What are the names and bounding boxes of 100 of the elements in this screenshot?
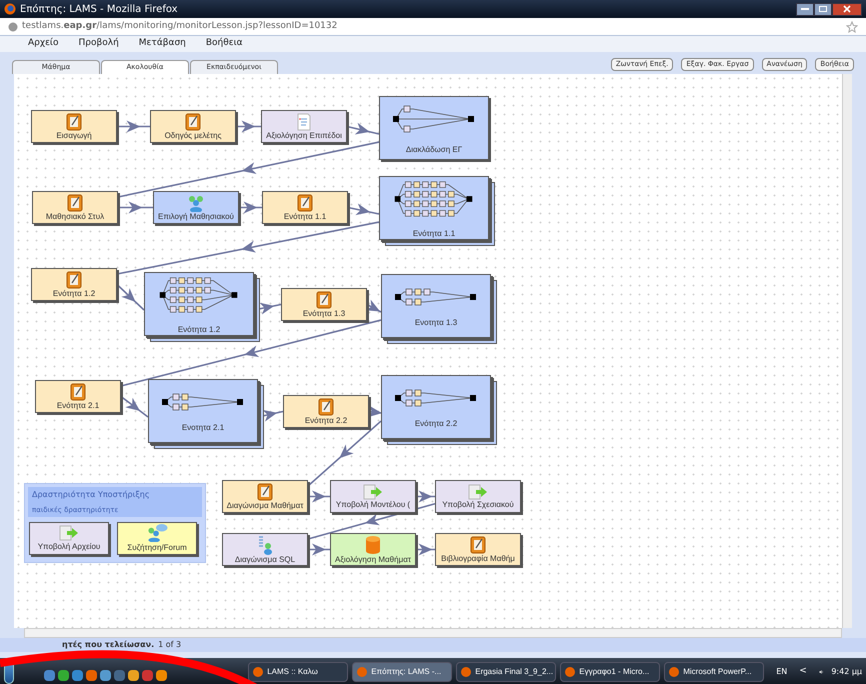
close-button[interactable] (832, 2, 862, 16)
document-arrow-icon (59, 524, 79, 540)
activity-node[interactable]: Ενότητα 2.2 (381, 375, 491, 439)
activity-node[interactable]: Βιβλιογραφία Μαθήμ (435, 533, 521, 566)
taskbar-button[interactable]: Επόπτης: LAMS -... (352, 662, 452, 682)
node-label: Ενότητα 2.1 (56, 400, 100, 410)
list-person-icon (257, 534, 273, 554)
document-arrow-icon (468, 484, 488, 500)
document-icon (296, 112, 312, 130)
connector-arrow (308, 544, 330, 556)
node-label: Ενότητα 2.2 (304, 416, 348, 426)
activity-node[interactable]: Ενότητα 1.1 (379, 176, 489, 240)
activity-node[interactable]: Συζήτηση/Forum (117, 522, 197, 555)
notebook-icon (66, 112, 82, 130)
quick-launch-icon[interactable] (100, 670, 112, 680)
quick-launch-icon[interactable] (86, 670, 98, 680)
node-label: Ενοτητα 2.1 (182, 423, 224, 433)
horizontal-scrollbar[interactable] (24, 628, 842, 638)
taskbar-button[interactable]: Ergasia Final 3_9_2... (456, 662, 556, 682)
node-label: Αξιολόγηση Επιπέδοι (266, 130, 342, 140)
activity-node[interactable]: Ενοτητα 1.3 (381, 274, 491, 338)
node-label: Ενότητα 1.1 (412, 229, 456, 239)
menu-item[interactable]: Προβολή (78, 37, 119, 51)
activity-node[interactable]: Διακλάδωση ΕΓ (379, 96, 489, 160)
quick-launch-icon[interactable] (58, 670, 70, 680)
tray-chevron[interactable]: < (799, 665, 807, 679)
connector-arrow (348, 203, 380, 216)
window-title: Επόπτης: LAMS - Mozilla Firefox (20, 2, 178, 16)
address-bar[interactable]: testlams.eap.gr/lams/monitoring/monitorLesson.jsp?lessonID=10132 (0, 18, 866, 36)
node-label: Μαθησιακό Στυλ (46, 212, 104, 222)
node-label: Βιβλιογραφία Μαθήμ (441, 554, 515, 564)
activity-node[interactable]: Ενότητα 1.1 (262, 191, 348, 224)
connector-arrow (116, 284, 145, 311)
maximize-button[interactable] (814, 2, 832, 16)
node-label: Διαγώνισμα Μαθήματ (226, 500, 304, 510)
status-text: ητές που τελείωσαν. (62, 639, 154, 651)
activity-node[interactable]: Διαγώνισμα SQL (222, 533, 308, 566)
activity-node[interactable]: Διαγώνισμα Μαθήματ (222, 480, 308, 513)
activity-node[interactable]: Εισαγωγή (31, 110, 117, 143)
notebook-icon (185, 112, 201, 130)
globe-icon (8, 22, 18, 32)
notebook-icon (67, 194, 83, 212)
star-icon[interactable] (846, 20, 858, 32)
taskbar-button[interactable]: Microsoft PowerP... (664, 662, 764, 682)
node-label: Υποβολή Αρχείου (38, 540, 100, 552)
connector-arrow (236, 120, 261, 132)
quick-launch-icon[interactable] (142, 670, 154, 680)
node-label: Ενότητα 1.2 (178, 325, 220, 335)
activity-node[interactable]: Ενότητα 1.2 (144, 272, 254, 336)
activity-node[interactable]: Υποβολή Αρχείου (29, 522, 109, 555)
connector-arrow (120, 396, 148, 418)
taskbar-button[interactable]: Εγγραφο1 - Micro... (560, 662, 660, 682)
notebook-icon (70, 382, 86, 400)
document-arrow-icon (363, 484, 383, 500)
node-label: Ενότητα 1.2 (52, 288, 96, 298)
activity-node[interactable]: Μαθησιακό Στυλ (32, 191, 118, 224)
node-label: Υποβολή Μοντέλου ( (336, 500, 410, 510)
node-label: Συζήτηση/Forum (127, 542, 187, 554)
node-label: Αξιολόγηση Μαθήματ (335, 554, 411, 564)
menu-item[interactable]: Μετάβαση (138, 37, 186, 51)
node-label: Διακλάδωση ΕΓ (406, 145, 462, 155)
connector-arrow (346, 122, 380, 135)
activity-node[interactable]: Αξιολόγηση Μαθήματ (330, 533, 416, 566)
browser-logo-icon (4, 3, 16, 15)
vertical-scrollbar[interactable] (842, 74, 852, 628)
support-panel-title: Δραστηριότητα Υποστήριξης (32, 488, 151, 501)
minimize-button[interactable] (796, 2, 814, 16)
node-label: Ενότητα 1.3 (302, 308, 346, 318)
quick-launch-icon[interactable] (72, 670, 84, 680)
notebook-icon (318, 398, 334, 416)
activity-node[interactable]: Ενότητα 1.3 (281, 288, 367, 321)
taskbar-button[interactable]: LAMS :: Καλω (248, 662, 348, 682)
activity-node[interactable]: Αξιολόγηση Επιπέδοι (261, 110, 347, 143)
activity-node[interactable]: Οδηγός μελέτης (150, 110, 236, 143)
quick-launch-icon[interactable] (128, 670, 140, 680)
connector-arrow (118, 202, 153, 214)
activity-node[interactable]: Ενοτητα 2.1 (148, 379, 258, 443)
url-text: testlams.eap.gr/lams/monitoring/monitorLesson.jsp?lessonID=10132 (22, 20, 338, 33)
menu-item[interactable]: Αρχείο (28, 37, 58, 51)
node-label: Ενότητα 1.1 (284, 212, 326, 222)
language-indicator[interactable]: EN (776, 666, 788, 678)
page-count: 1 of 3 (158, 639, 182, 651)
menu-item[interactable]: Βοήθεια (206, 37, 243, 51)
activity-node[interactable]: Υποβολή Μοντέλου ( (330, 480, 416, 513)
node-label: Ενότητα 2.2 (414, 419, 458, 429)
activity-node[interactable]: Υποβολή Σχεσιακού (435, 480, 521, 513)
quick-launch-icon[interactable] (44, 670, 56, 680)
activity-node[interactable]: Ενότητα 1.2 (31, 268, 117, 301)
activity-node[interactable]: Ενότητα 2.1 (35, 380, 121, 413)
connector-arrow (416, 544, 435, 556)
clock: 9:42 μμ (831, 666, 862, 678)
node-label: Υποβολή Σχεσιακού (442, 500, 514, 510)
close-icon (843, 5, 851, 13)
activity-node[interactable]: Επιλογή Μαθησιακού (153, 191, 239, 224)
notebook-icon (316, 290, 332, 308)
node-label: Οδηγός μελέτης (164, 130, 222, 140)
quick-launch-icon[interactable] (156, 670, 168, 680)
node-label: Επιλογή Μαθησιακού (158, 212, 234, 222)
notebook-icon (470, 536, 486, 554)
activity-node[interactable]: Ενότητα 2.2 (283, 395, 369, 428)
